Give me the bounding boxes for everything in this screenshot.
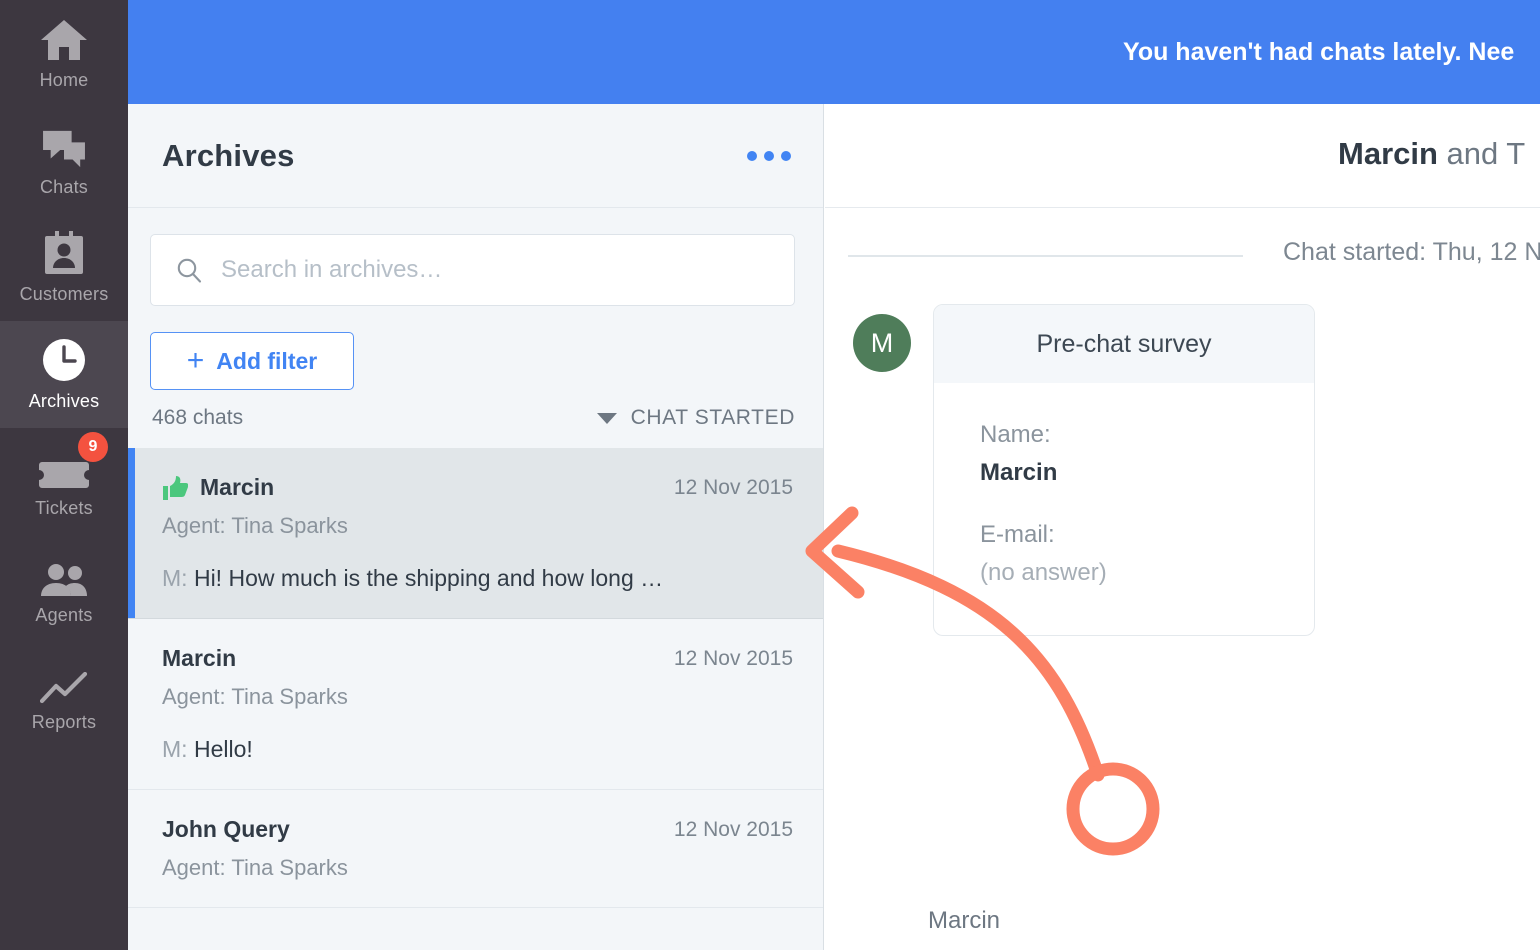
notification-banner[interactable]: You haven't had chats lately. Nee xyxy=(128,0,1540,104)
chat-item-header: John Query 12 Nov 2015 xyxy=(162,816,793,843)
survey-field-value: (no answer) xyxy=(980,559,1107,586)
chat-item-customer-name: Marcin xyxy=(200,474,275,500)
chat-item-snippet-text: Hello! xyxy=(193,736,253,762)
pre-chat-survey-card: Pre-chat survey Name: Marcin E-mail: (no an… xyxy=(933,304,1315,636)
survey-field-value: Marcin xyxy=(980,459,1058,486)
sidebar-item-label: Home xyxy=(39,70,89,90)
clock-icon xyxy=(41,337,87,383)
sidebar-item-label: Reports xyxy=(31,712,97,732)
sidebar-item-home[interactable]: Home xyxy=(0,0,128,107)
notification-banner-text: You haven't had chats lately. Nee xyxy=(1123,37,1515,66)
home-icon xyxy=(40,16,88,62)
survey-field-label: Name: xyxy=(980,421,1051,448)
chat-item-snippet: M: Hello! xyxy=(162,736,793,763)
sidebar-item-agents[interactable]: Agents xyxy=(0,535,128,642)
search-container xyxy=(128,208,823,306)
chat-item-agent: Agent: Tina Sparks xyxy=(162,513,348,538)
chat-item-customer-name: John Query xyxy=(162,816,290,842)
agents-icon xyxy=(38,551,90,597)
pre-chat-survey-heading: Pre-chat survey xyxy=(934,305,1314,383)
sort-control[interactable]: CHAT STARTED xyxy=(596,406,795,430)
more-options-icon[interactable] xyxy=(747,150,791,161)
sidebar-item-archives[interactable]: Archives xyxy=(0,321,128,428)
chat-item-snippet-prefix: M: xyxy=(162,736,188,762)
chat-item-header: Marcin 12 Nov 2015 xyxy=(162,645,793,672)
ticket-icon: 9 xyxy=(38,432,108,490)
chat-count: 468 chats xyxy=(152,406,244,429)
chat-item-snippet-prefix: M: xyxy=(162,565,188,591)
sidebar-item-label: Chats xyxy=(39,177,89,197)
sidebar-item-label: Customers xyxy=(19,284,109,304)
main-sidebar: Home Chats Customers Archives 9 Tickets Agents… xyxy=(0,0,128,950)
avatar-initial: M xyxy=(870,327,894,358)
sidebar-item-label: Agents xyxy=(35,605,93,625)
chat-list-item[interactable]: Marcin 12 Nov 2015 Agent: Tina Sparks M: Hi… xyxy=(128,448,823,619)
chat-item-date: 12 Nov 2015 xyxy=(673,475,793,499)
page-title: Archives xyxy=(162,137,295,173)
chat-list-item[interactable]: John Query 12 Nov 2015 Agent: Tina Sparks xyxy=(128,790,823,908)
chat-started-row: Chat started: Thu, 12 N xyxy=(825,208,1540,304)
archives-panel: Archives + Add filter xyxy=(128,104,824,950)
message-sender-name: Marcin xyxy=(928,907,1001,934)
chat-detail-panel: Marcin and T Chat started: Thu, 12 N M P… xyxy=(825,104,1540,950)
list-meta-row: 468 chats CHAT STARTED xyxy=(128,390,823,430)
sidebar-item-tickets[interactable]: 9 Tickets xyxy=(0,428,128,535)
message-row: M Pre-chat survey Name: Marcin E-mail: (no … xyxy=(825,304,1540,636)
chat-item-date: 12 Nov 2015 xyxy=(673,646,793,670)
survey-field: Name: Marcin xyxy=(980,421,1268,487)
sidebar-item-reports[interactable]: Reports xyxy=(0,642,128,749)
chat-item-header: Marcin 12 Nov 2015 xyxy=(162,474,793,501)
survey-field-label: E-mail: xyxy=(980,521,1055,548)
sidebar-item-label: Archives xyxy=(28,391,100,411)
chevron-down-icon xyxy=(596,412,617,424)
app-root: Home Chats Customers Archives 9 Tickets Agents… xyxy=(0,0,1540,950)
reports-icon xyxy=(40,658,88,704)
chat-started-text: Chat started: Thu, 12 N xyxy=(1283,238,1540,266)
chats-icon xyxy=(41,123,87,169)
plus-icon: + xyxy=(186,344,205,377)
chat-item-snippet: M: Hi! How much is the shipping and how … xyxy=(162,565,793,592)
sidebar-item-label: Tickets xyxy=(35,498,93,518)
chat-item-customer-name: Marcin xyxy=(162,645,237,671)
sidebar-item-customers[interactable]: Customers xyxy=(0,214,128,321)
filter-row: + Add filter xyxy=(128,306,823,390)
archives-panel-header: Archives xyxy=(128,104,823,208)
chat-item-agent: Agent: Tina Sparks xyxy=(162,684,348,709)
thumbs-up-icon xyxy=(162,475,189,501)
add-filter-label: Add filter xyxy=(216,347,318,374)
divider xyxy=(848,255,1243,257)
pre-chat-survey-body: Name: Marcin E-mail: (no answer) xyxy=(934,383,1314,635)
avatar: M xyxy=(853,314,911,372)
sort-label: CHAT STARTED xyxy=(630,406,795,429)
chat-detail-title: Marcin and T xyxy=(1338,136,1525,172)
tickets-badge: 9 xyxy=(78,432,108,462)
chat-item-snippet-text: Hi! How much is the shipping and how lon… xyxy=(193,565,664,591)
search-icon xyxy=(175,256,203,284)
search-box[interactable] xyxy=(150,234,795,306)
chat-item-date: 12 Nov 2015 xyxy=(673,817,793,841)
add-filter-button[interactable]: + Add filter xyxy=(150,332,354,390)
search-input[interactable] xyxy=(221,256,729,284)
chat-list-item[interactable]: Marcin 12 Nov 2015 Agent: Tina Sparks M: He… xyxy=(128,619,823,790)
chat-detail-title-customer: Marcin xyxy=(1338,136,1438,171)
chat-item-agent: Agent: Tina Sparks xyxy=(162,855,348,880)
sidebar-item-chats[interactable]: Chats xyxy=(0,107,128,214)
survey-field: E-mail: (no answer) xyxy=(980,521,1268,587)
customers-icon xyxy=(43,230,85,276)
chat-detail-title-rest: and T xyxy=(1437,136,1526,171)
archives-chat-list: Marcin 12 Nov 2015 Agent: Tina Sparks M: Hi… xyxy=(128,448,823,908)
